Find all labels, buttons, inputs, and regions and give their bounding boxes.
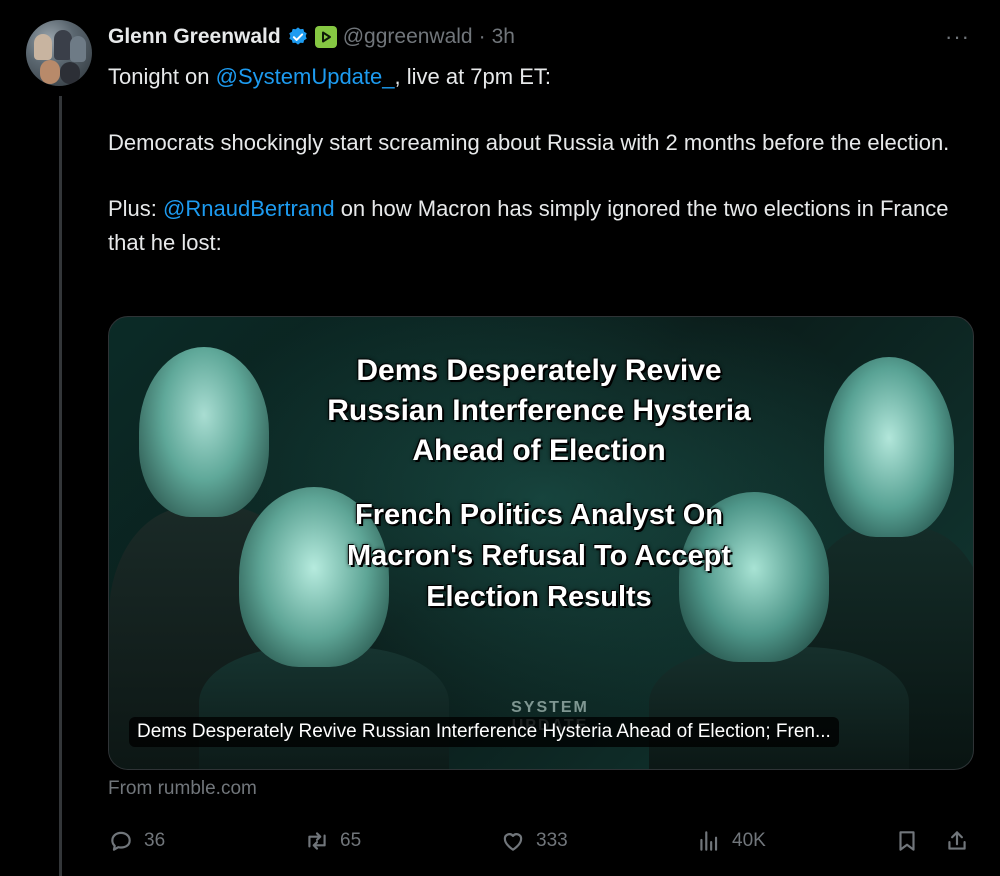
share-button[interactable] bbox=[944, 824, 970, 858]
like-icon bbox=[503, 833, 523, 851]
timestamp[interactable]: 3h bbox=[492, 25, 515, 49]
verified-badge-icon[interactable] bbox=[287, 26, 309, 48]
tweet-line-3: Plus: @RnaudBertrand on how Macron has s… bbox=[108, 192, 968, 260]
figure-left-head bbox=[139, 347, 269, 517]
author-name[interactable]: Glenn Greenwald bbox=[108, 25, 281, 49]
tweet-line-1: Tonight on @SystemUpdate_, live at 7pm E… bbox=[108, 60, 968, 94]
tweet-text: Tonight on @SystemUpdate_, live at 7pm E… bbox=[108, 60, 968, 260]
bookmark-button[interactable] bbox=[894, 824, 920, 858]
thread-line bbox=[59, 96, 62, 876]
link-card[interactable]: Dems Desperately Revive Russian Interfer… bbox=[108, 316, 974, 770]
views-button[interactable]: 40K bbox=[696, 824, 766, 858]
text-segment: Plus: bbox=[108, 196, 164, 221]
action-bar: 36 65 333 40K bbox=[108, 824, 972, 858]
card-source[interactable]: From rumble.com bbox=[108, 778, 257, 800]
text-segment: , live at 7pm ET: bbox=[394, 64, 552, 89]
more-icon[interactable]: ··· bbox=[945, 24, 970, 50]
reply-count: 36 bbox=[144, 830, 166, 851]
share-icon bbox=[948, 831, 966, 850]
views-count: 40K bbox=[732, 830, 766, 851]
card-headline-2: French Politics Analyst On Macron's Refu… bbox=[347, 499, 731, 613]
like-button[interactable]: 333 bbox=[500, 824, 568, 858]
repost-count: 65 bbox=[340, 830, 362, 851]
repost-button[interactable]: 65 bbox=[304, 824, 361, 858]
card-caption[interactable]: Dems Desperately Revive Russian Interfer… bbox=[129, 717, 839, 747]
card-headline-1: Dems Desperately Revive Russian Interfer… bbox=[327, 354, 751, 467]
like-count: 333 bbox=[536, 830, 568, 851]
tweet-header: Glenn Greenwald @ggreenwald · 3h bbox=[108, 22, 515, 52]
rumble-badge-icon[interactable] bbox=[314, 26, 337, 48]
tweet-line-2: Democrats shockingly start screaming abo… bbox=[108, 130, 950, 155]
bookmark-icon bbox=[899, 831, 915, 851]
reply-icon bbox=[111, 831, 131, 851]
text-segment: Tonight on bbox=[108, 64, 216, 89]
views-icon bbox=[700, 831, 718, 851]
figure-right-head bbox=[824, 357, 954, 537]
separator-dot: · bbox=[478, 25, 486, 48]
mention-rnaudbertrand[interactable]: @RnaudBertrand bbox=[163, 196, 335, 221]
avatar[interactable] bbox=[26, 20, 92, 86]
author-handle[interactable]: @ggreenwald bbox=[343, 25, 473, 49]
figure-center-right bbox=[649, 647, 909, 769]
mention-systemupdate[interactable]: @SystemUpdate_ bbox=[216, 64, 395, 89]
reply-button[interactable]: 36 bbox=[108, 824, 165, 858]
repost-icon bbox=[308, 832, 326, 850]
